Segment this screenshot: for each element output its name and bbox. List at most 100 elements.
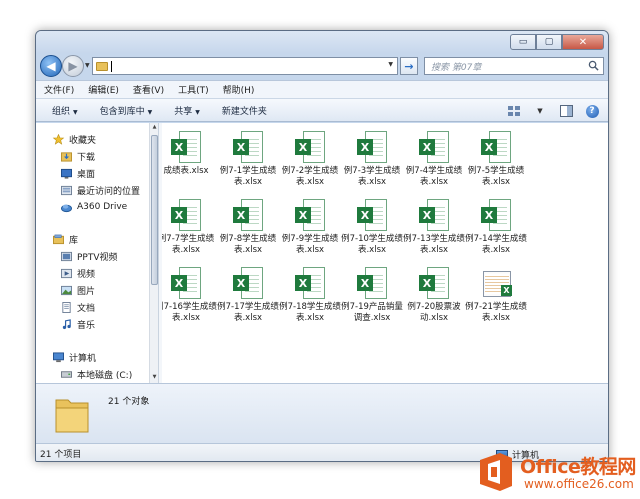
nav-pptv-videos[interactable]: PPTV视频 — [60, 248, 118, 264]
close-button[interactable]: ✕ — [562, 34, 604, 50]
file-name: 例7-16学生成绩表.xlsx — [162, 302, 217, 323]
computer-icon — [53, 351, 64, 362]
navigation-scrollbar[interactable]: ▲ ▼ — [149, 123, 158, 383]
file-item[interactable]: X 例7-21学生成绩表.xlsx — [465, 267, 527, 331]
nav-desktop[interactable]: 桌面 — [60, 165, 95, 181]
file-item[interactable]: X 例7-8学生成绩表.xlsx — [218, 199, 278, 263]
file-name: 例7-1学生成绩表.xlsx — [219, 166, 277, 187]
view-dropdown-icon[interactable]: ▼ — [532, 103, 548, 119]
file-item[interactable]: X 例7-1学生成绩表.xlsx — [218, 131, 278, 195]
nav-pictures-label: 图片 — [77, 286, 96, 297]
share-label: 共享 — [174, 106, 193, 117]
excel-file-icon: X — [295, 267, 325, 299]
help-button[interactable]: ? — [584, 103, 600, 119]
address-bar[interactable]: ▼ — [92, 57, 398, 75]
file-item[interactable]: X 成绩表.xlsx — [162, 131, 216, 195]
nav-music[interactable]: 音乐 — [60, 316, 95, 332]
file-item[interactable]: X 例7-7学生成绩表.xlsx — [162, 199, 216, 263]
menu-help[interactable]: 帮助(H) — [223, 83, 255, 96]
video-library-icon — [61, 251, 72, 261]
maximize-button[interactable]: ▢ — [536, 34, 562, 50]
new-folder-button[interactable]: 新建文件夹 — [222, 104, 267, 117]
file-item[interactable]: X 例7-3学生成绩表.xlsx — [342, 131, 402, 195]
file-item[interactable]: X 例7-17学生成绩表.xlsx — [217, 267, 279, 331]
menu-tools[interactable]: 工具(T) — [178, 83, 209, 96]
recent-pages-dropdown[interactable]: ▼ — [85, 62, 90, 69]
nav-downloads[interactable]: 下载 — [60, 148, 95, 164]
file-name: 例7-14学生成绩表.xlsx — [465, 234, 527, 255]
go-button[interactable]: → — [400, 57, 418, 75]
nav-computer[interactable]: 计算机 — [52, 349, 96, 365]
organize-button[interactable]: 组织 ▼ — [52, 104, 78, 117]
excel-file-icon: X — [295, 199, 325, 231]
file-name: 例7-19产品销量调查.xlsx — [341, 302, 403, 323]
cloud-drive-icon — [61, 204, 72, 212]
nav-libraries[interactable]: 库 — [52, 231, 78, 247]
view-options-icon[interactable] — [506, 103, 522, 119]
file-name: 例7-10学生成绩表.xlsx — [341, 234, 403, 255]
file-name: 例7-3学生成绩表.xlsx — [343, 166, 401, 187]
music-icon — [62, 318, 71, 329]
file-item[interactable]: X 例7-16学生成绩表.xlsx — [162, 267, 217, 331]
command-bar: 组织 ▼ 包含到库中 ▼ 共享 ▼ 新建文件夹 ▼ ? — [36, 98, 608, 122]
scroll-thumb[interactable] — [151, 135, 158, 285]
nav-pictures[interactable]: 图片 — [60, 282, 95, 298]
recent-places-icon — [61, 185, 72, 195]
nav-computer-label: 计算机 — [69, 353, 97, 364]
file-item[interactable]: X 例7-10学生成绩表.xlsx — [341, 199, 403, 263]
address-row: ◀ ▶ ▼ ▼ → 搜索 第07章 — [36, 53, 608, 79]
downloads-folder-icon — [61, 151, 72, 162]
nav-a360-drive[interactable]: A360 Drive — [60, 199, 127, 215]
excel-file-icon: X — [357, 267, 387, 299]
scroll-down-icon[interactable]: ▼ — [151, 374, 158, 382]
chevron-down-icon: ▼ — [195, 108, 200, 116]
preview-pane-icon[interactable] — [558, 103, 574, 119]
file-name: 例7-2学生成绩表.xlsx — [281, 166, 339, 187]
include-in-library-button[interactable]: 包含到库中 ▼ — [100, 104, 153, 117]
nav-documents[interactable]: 文档 — [60, 299, 95, 315]
details-pane: 21 个对象 — [36, 383, 608, 443]
file-item[interactable]: X 例7-20股票波动.xlsx — [404, 267, 464, 331]
nav-local-disk[interactable]: 本地磁盘 (C:) — [60, 366, 132, 382]
file-item[interactable]: X 例7-2学生成绩表.xlsx — [280, 131, 340, 195]
toolbar-right: ▼ ? — [496, 103, 600, 119]
file-name: 例7-8学生成绩表.xlsx — [219, 234, 277, 255]
file-item[interactable]: X 例7-18学生成绩表.xlsx — [279, 267, 341, 331]
help-icon: ? — [585, 104, 599, 118]
window-controls: ▭ ▢ ✕ — [510, 34, 604, 50]
search-input[interactable]: 搜索 第07章 — [424, 57, 604, 75]
file-name: 成绩表.xlsx — [163, 166, 209, 176]
office-logo-icon — [480, 453, 512, 491]
file-item[interactable]: X 例7-4学生成绩表.xlsx — [404, 131, 464, 195]
nav-recent-places[interactable]: 最近访问的位置 — [60, 182, 140, 198]
minimize-button[interactable]: ▭ — [510, 34, 536, 50]
excel-file-icon: X — [419, 131, 449, 163]
nav-music-label: 音乐 — [77, 320, 96, 331]
nav-favorites-label: 收藏夹 — [69, 135, 97, 146]
share-button[interactable]: 共享 ▼ — [174, 104, 200, 117]
scroll-up-icon[interactable]: ▲ — [151, 124, 158, 132]
include-in-library-label: 包含到库中 — [99, 106, 145, 117]
back-button[interactable]: ◀ — [40, 55, 62, 77]
forward-button[interactable]: ▶ — [62, 55, 84, 77]
menu-view[interactable]: 查看(V) — [133, 83, 164, 96]
item-count: 21 个项目 — [40, 450, 82, 460]
menu-edit[interactable]: 编辑(E) — [88, 83, 119, 96]
excel-file-icon: X — [233, 199, 263, 231]
file-item[interactable]: X 例7-13学生成绩表.xlsx — [403, 199, 465, 263]
new-folder-label: 新建文件夹 — [221, 106, 267, 117]
nav-videos[interactable]: 视频 — [60, 265, 95, 281]
address-dropdown-icon[interactable]: ▼ — [388, 61, 393, 68]
excel-file-icon: X — [419, 199, 449, 231]
file-item[interactable]: X 例7-14学生成绩表.xlsx — [465, 199, 527, 263]
file-name: 例7-13学生成绩表.xlsx — [403, 234, 465, 255]
chevron-down-icon: ▼ — [73, 108, 78, 116]
file-item[interactable]: X 例7-5学生成绩表.xlsx — [466, 131, 526, 195]
file-item[interactable]: X 例7-9学生成绩表.xlsx — [280, 199, 340, 263]
file-item[interactable]: X 例7-19产品销量调查.xlsx — [341, 267, 403, 331]
nav-favorites[interactable]: 收藏夹 — [52, 131, 96, 147]
menu-file[interactable]: 文件(F) — [44, 83, 74, 96]
excel-file-icon: X — [481, 267, 512, 299]
organize-label: 组织 — [52, 106, 71, 117]
search-icon[interactable] — [588, 60, 599, 71]
